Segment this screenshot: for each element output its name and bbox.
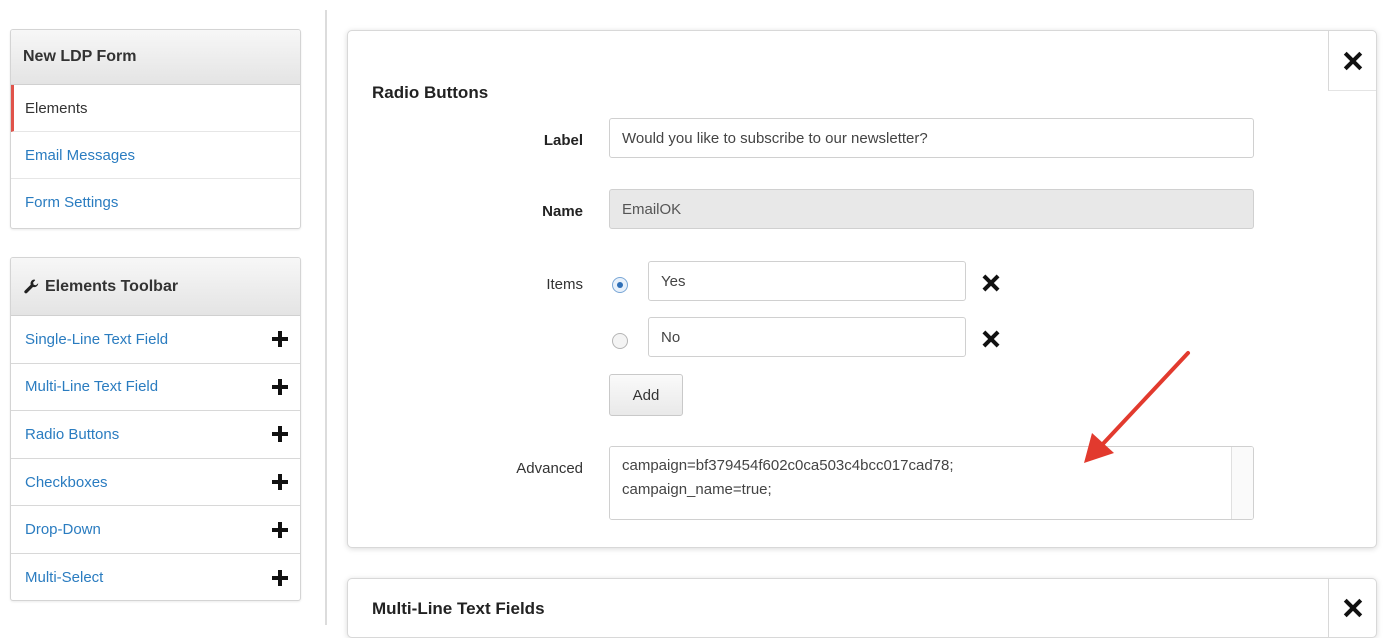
toolbar-item-multi-line-text-field[interactable]: Multi-Line Text Field	[11, 364, 300, 412]
radio-buttons-card: Radio Buttons Label Name Items Add Advan…	[347, 30, 1377, 548]
elements-toolbar-heading: Elements Toolbar	[11, 258, 300, 316]
plus-icon[interactable]	[272, 569, 288, 586]
annotation-arrow-icon	[1084, 351, 1190, 463]
item-input-no[interactable]	[648, 317, 966, 357]
form-nav-panel: New LDP Form Elements Email Messages For…	[10, 29, 301, 229]
toolbar-item-single-line-text-field[interactable]: Single-Line Text Field	[11, 316, 300, 364]
toolbar-item-label: Multi-Line Text Field	[25, 378, 159, 396]
remove-item-yes-button[interactable]	[981, 273, 1001, 293]
close-icon	[1344, 599, 1362, 617]
close-icon	[982, 274, 1000, 292]
item-radio-yes[interactable]	[612, 277, 628, 293]
items-label: Items	[546, 276, 583, 293]
remove-item-no-button[interactable]	[981, 329, 1001, 349]
toolbar-item-radio-buttons[interactable]: Radio Buttons	[11, 411, 300, 459]
wrench-icon	[23, 278, 41, 296]
textarea-scrollbar[interactable]	[1231, 447, 1253, 519]
close-icon	[982, 330, 1000, 348]
plus-icon[interactable]	[272, 378, 288, 395]
advanced-label: Advanced	[516, 460, 583, 477]
nav-item-email-messages[interactable]: Email Messages	[11, 132, 300, 179]
form-nav-title: New LDP Form	[11, 30, 300, 85]
multi-line-text-fields-card: Multi-Line Text Fields	[347, 578, 1377, 638]
name-field-label: Name	[542, 203, 583, 220]
name-input[interactable]	[609, 189, 1254, 229]
card-title: Multi-Line Text Fields	[372, 599, 545, 618]
toolbar-item-checkboxes[interactable]: Checkboxes	[11, 459, 300, 507]
close-icon	[1344, 52, 1362, 70]
toolbar-item-label: Single-Line Text Field	[25, 330, 169, 348]
nav-item-elements[interactable]: Elements	[11, 85, 300, 132]
toolbar-item-label: Drop-Down	[25, 521, 101, 539]
plus-icon[interactable]	[272, 521, 288, 538]
item-input-yes[interactable]	[648, 261, 966, 301]
label-input[interactable]	[609, 118, 1254, 158]
toolbar-item-drop-down[interactable]: Drop-Down	[11, 506, 300, 554]
label-field-label: Label	[543, 132, 583, 149]
plus-icon[interactable]	[272, 331, 288, 348]
item-radio-no[interactable]	[612, 333, 628, 349]
toolbar-item-label: Multi-Select	[25, 569, 104, 587]
toolbar-item-multi-select[interactable]: Multi-Select	[11, 554, 300, 600]
nav-item-form-settings[interactable]: Form Settings	[11, 179, 300, 226]
close-card-button[interactable]	[1328, 31, 1376, 91]
elements-toolbar-panel: Elements Toolbar Single-Line Text Field …	[10, 257, 301, 601]
toolbar-item-label: Checkboxes	[25, 473, 108, 491]
close-card-button[interactable]	[1328, 579, 1376, 637]
toolbar-item-label: Radio Buttons	[25, 425, 120, 443]
elements-toolbar-title: Elements Toolbar	[45, 277, 179, 295]
column-divider	[325, 10, 327, 625]
add-item-button[interactable]: Add	[609, 374, 683, 416]
card-title: Radio Buttons	[372, 83, 489, 102]
plus-icon[interactable]	[272, 474, 288, 491]
plus-icon[interactable]	[272, 426, 288, 443]
